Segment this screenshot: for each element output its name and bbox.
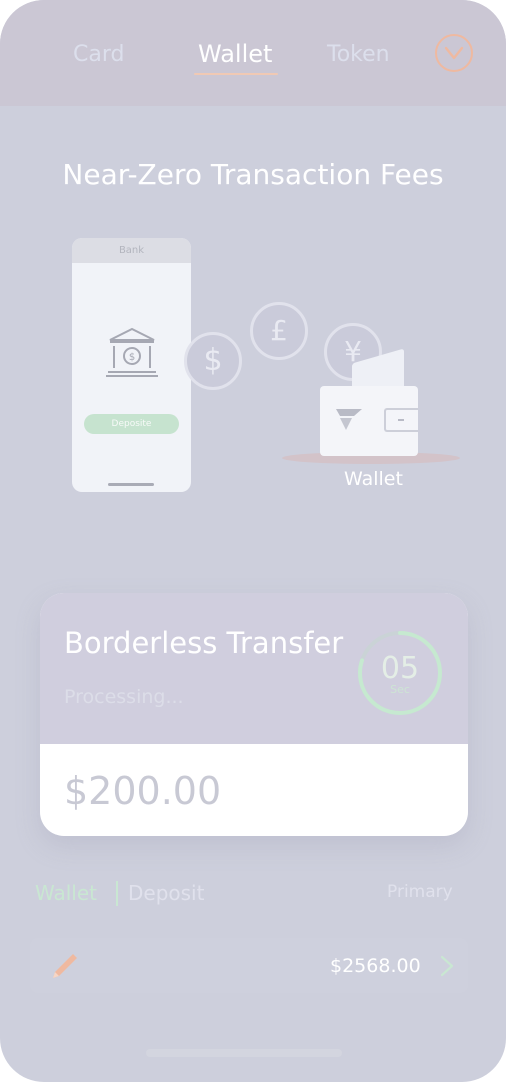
transfer-card: Borderless Transfer Processing... 05 Sec… <box>40 593 468 836</box>
timer-value: 05 <box>380 651 420 686</box>
svg-text:$: $ <box>129 352 135 363</box>
chevron-right-icon[interactable] <box>440 955 454 977</box>
timer-unit: Sec <box>390 683 410 696</box>
wallet-logo-icon <box>336 409 362 430</box>
tab-separator <box>116 881 118 906</box>
bank-icon: $ <box>106 327 158 377</box>
phone-header: Bank <box>72 238 191 263</box>
tab-wallet[interactable]: Wallet <box>198 40 272 68</box>
transfer-card-header: Borderless Transfer Processing... 05 Sec <box>40 593 468 744</box>
transfer-title: Borderless Transfer <box>64 626 344 660</box>
deposit-tab[interactable]: Deposit <box>128 881 204 905</box>
dollar-coin-icon: $ <box>184 332 242 390</box>
wallet-icon <box>320 386 418 456</box>
bank-phone-illustration: Bank $ Deposite <box>72 238 191 492</box>
phone-home-bar <box>108 483 154 486</box>
wallet-tab[interactable]: Wallet <box>35 881 97 905</box>
app-screen: Card Wallet Token Near-Zero Transaction … <box>0 0 506 1082</box>
active-tab-indicator <box>194 73 278 75</box>
wallet-balance-row[interactable]: $2568.00 <box>30 938 468 993</box>
dropdown-button[interactable] <box>435 34 473 72</box>
pound-coin-icon: £ <box>250 302 308 360</box>
countdown-timer: 05 Sec <box>356 629 444 717</box>
transfer-amount: $200.00 <box>64 769 222 813</box>
chevron-down-icon <box>444 46 464 60</box>
page-headline: Near-Zero Transaction Fees <box>62 158 444 191</box>
wallet-clasp <box>384 408 418 432</box>
tab-card[interactable]: Card <box>73 42 124 67</box>
transfer-status: Processing... <box>64 686 184 708</box>
wallet-illustration-label: Wallet <box>344 468 403 490</box>
home-indicator <box>146 1049 342 1057</box>
tab-token[interactable]: Token <box>327 42 390 67</box>
pencil-icon[interactable] <box>51 952 79 980</box>
deposit-button: Deposite <box>84 414 179 434</box>
top-tab-bar: Card Wallet Token <box>0 0 506 106</box>
primary-label: Primary <box>387 882 453 902</box>
wallet-balance: $2568.00 <box>330 955 421 977</box>
